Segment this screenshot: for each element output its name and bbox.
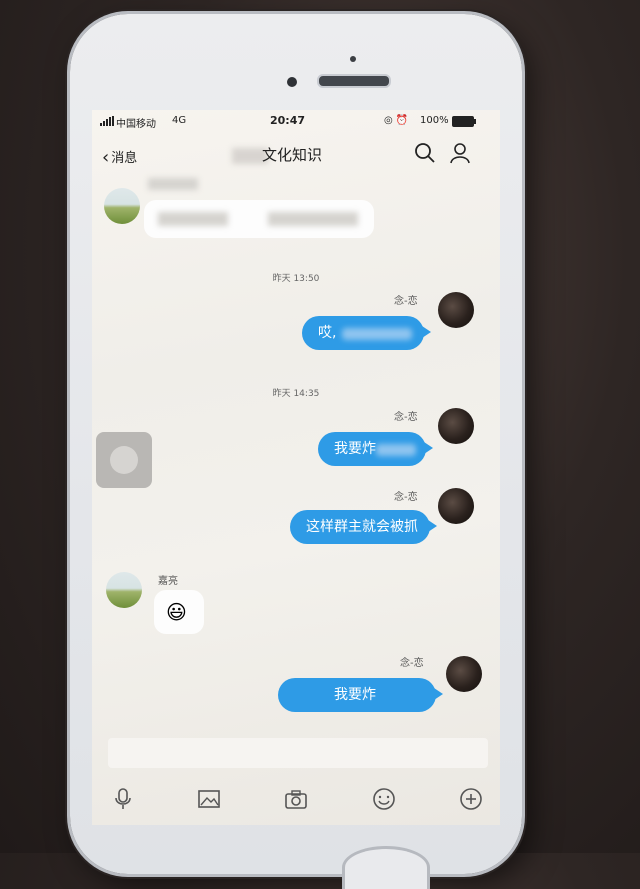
sender-name: 念-恋 (394, 412, 418, 423)
blurred-text (376, 444, 416, 456)
battery-percent: 100% (420, 115, 449, 126)
carrier-label: 中国移动 (116, 119, 156, 130)
clock: 20:47 (270, 114, 306, 127)
earpiece-speaker (317, 74, 391, 88)
blurred-sender-name (148, 178, 198, 190)
sender-name: 念-恋 (400, 658, 424, 669)
message-bubble-left[interactable]: 😃 (154, 590, 204, 634)
blurred-text (158, 212, 228, 226)
image-icon[interactable] (196, 786, 222, 812)
blurred-text (342, 328, 412, 340)
network-type: 4G (172, 115, 187, 126)
status-bar: 中国移动 4G 20:47 ◎ ⏰ 100% (92, 110, 500, 132)
home-button[interactable] (342, 846, 430, 889)
chevron-left-icon: ‹ (102, 147, 110, 168)
message-bubble-right[interactable]: 这样群主就会被抓 (290, 510, 437, 544)
phone-screen: 中国移动 4G 20:47 ◎ ⏰ 100% ‹ 消息 文化知识 昨天 13:50… (92, 110, 500, 825)
emoji-icon[interactable] (371, 786, 397, 812)
signal-icon (100, 116, 116, 126)
person-icon[interactable] (448, 141, 472, 165)
message-text: 哎, (318, 325, 337, 341)
message-text: 我要炸 (334, 687, 376, 703)
timestamp: 昨天 13:50 (272, 274, 320, 284)
microphone-icon[interactable] (110, 786, 136, 812)
message-text: 我要炸 (334, 441, 376, 457)
avatar[interactable] (446, 656, 482, 692)
back-button[interactable]: ‹ 消息 (102, 146, 138, 168)
sticker-image[interactable] (96, 432, 152, 488)
back-label: 消息 (111, 151, 138, 166)
alarm-icon: ◎ ⏰ (384, 115, 409, 126)
avatar[interactable] (106, 572, 142, 608)
sender-name: 念-恋 (394, 296, 418, 307)
chat-header: ‹ 消息 文化知识 (92, 132, 500, 176)
message-bubble-right[interactable]: 我要炸 (278, 678, 443, 712)
avatar[interactable] (104, 188, 140, 224)
message-input[interactable] (108, 738, 488, 768)
input-toolbar (92, 780, 500, 820)
proximity-sensor (350, 56, 356, 62)
sticker-circle (110, 446, 138, 474)
sender-name: 嘉亮 (158, 576, 178, 587)
search-icon[interactable] (414, 142, 436, 164)
camera-icon[interactable] (283, 786, 309, 812)
front-camera (287, 77, 297, 87)
sender-name: 念-恋 (394, 492, 418, 503)
message-text: 这样群主就会被抓 (306, 519, 418, 535)
group-title: 文化知识 (262, 146, 323, 164)
avatar[interactable] (438, 488, 474, 524)
chat-area[interactable]: 昨天 13:50 念-恋 哎, 昨天 14:35 念-恋 我要炸 念-恋 这样群… (92, 176, 500, 736)
timestamp: 昨天 14:35 (272, 389, 320, 399)
avatar[interactable] (438, 292, 474, 328)
blurred-text (268, 212, 358, 226)
avatar[interactable] (438, 408, 474, 444)
battery-icon (452, 116, 476, 127)
plus-icon[interactable] (458, 786, 484, 812)
emoji-smile-icon: 😃 (166, 600, 187, 624)
